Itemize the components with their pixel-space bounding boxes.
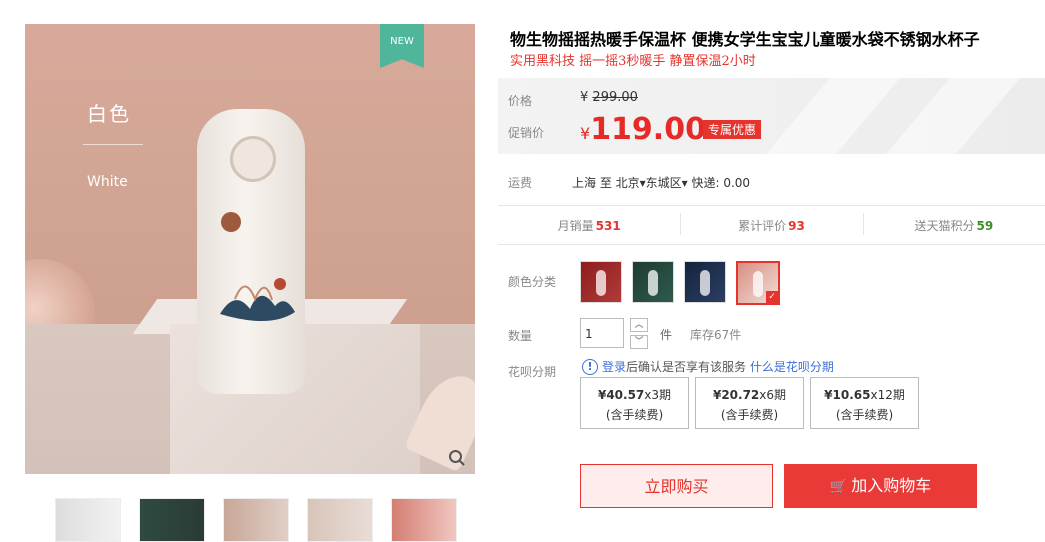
- chevron-down-icon[interactable]: ﹀: [630, 335, 648, 349]
- original-price-value: 299.00: [592, 90, 638, 105]
- promo-price-value: 119.00: [590, 112, 706, 147]
- tmall-points: 送天猫积分 59: [862, 212, 1045, 235]
- plan-fee: (含手续费): [605, 408, 664, 422]
- add-to-cart-label: 加入购物车: [851, 476, 932, 495]
- plan-price: ¥20.72x6期: [696, 385, 803, 405]
- installment-plan[interactable]: ¥40.57x3期 (含手续费): [580, 377, 689, 429]
- review-number: 93: [788, 218, 805, 233]
- bottle-emblem: [230, 136, 276, 182]
- installment-plan[interactable]: ¥20.72x6期 (含手续费): [695, 377, 804, 429]
- new-badge: NEW: [380, 24, 424, 68]
- what-is-huabei-link[interactable]: 什么是花呗分期: [750, 358, 834, 375]
- thumbnail-strip: [55, 498, 457, 542]
- monthly-sales-count: 531: [595, 218, 621, 233]
- divider: [498, 244, 1045, 245]
- installment-label: 花呗分期: [508, 365, 557, 379]
- stock-count: 库存67件: [690, 328, 742, 342]
- plan-amount: ¥20.72: [712, 388, 760, 402]
- cart-icon: 🛒: [829, 479, 848, 495]
- plan-periods: x6期: [759, 388, 787, 402]
- monthly-sales-label: 月销量: [557, 218, 594, 233]
- search-icon[interactable]: [445, 449, 469, 473]
- quantity-unit: 件: [660, 328, 673, 342]
- product-main-image[interactable]: 白色 White NEW: [25, 24, 475, 474]
- thumbnail[interactable]: [307, 498, 373, 542]
- shipping-destination[interactable]: 上海 至 北京▾东城区▾ 快递: 0.00: [572, 174, 750, 191]
- add-to-cart-button[interactable]: 🛒 加入购物车: [784, 464, 977, 508]
- thumbnail[interactable]: [391, 498, 457, 542]
- buy-now-button[interactable]: 立即购买: [580, 464, 773, 508]
- swatch-navy[interactable]: [684, 261, 726, 303]
- label-divider: [83, 144, 143, 145]
- plan-periods: x3期: [644, 388, 672, 402]
- sales-stats: 月销量 531 累计评价 93 送天猫积分 59: [498, 206, 1045, 244]
- swatch-red[interactable]: [580, 261, 622, 303]
- promo-price: ¥119.00: [580, 112, 706, 147]
- lotus-pattern: [220, 278, 295, 322]
- thumbnail[interactable]: [139, 498, 205, 542]
- thumbnail[interactable]: [223, 498, 289, 542]
- plan-amount: ¥10.65: [824, 388, 871, 402]
- product-title: 物生物摇摇热暖手保温杯 便携女学生宝宝儿童暖水袋不锈钢水杯子: [510, 30, 980, 49]
- review-count[interactable]: 累计评价 93: [680, 212, 862, 235]
- chevron-up-icon[interactable]: ︿: [630, 318, 648, 332]
- currency-symbol: ¥: [580, 124, 591, 143]
- exclusive-discount-tag: 专属优惠: [703, 120, 762, 139]
- swatch-bottle: [700, 270, 710, 296]
- installment-plans: ¥40.57x3期 (含手续费) ¥20.72x6期 (含手续费) ¥10.65…: [580, 377, 919, 429]
- original-price: ¥ 299.00: [580, 90, 638, 105]
- installment-notice: ! 登录 后确认是否享有该服务 什么是花呗分期: [582, 358, 834, 375]
- quantity-label: 数量: [508, 329, 533, 343]
- login-link[interactable]: 登录: [602, 358, 626, 375]
- price-panel-stripe: [886, 78, 1020, 154]
- color-label: 颜色分类: [508, 275, 557, 289]
- swatch-white-selected[interactable]: ✓: [736, 261, 780, 305]
- quantity-input[interactable]: 1: [580, 318, 624, 348]
- price-panel-stripe: [766, 78, 900, 154]
- swatch-bottle: [753, 271, 763, 297]
- swatch-bottle: [596, 270, 606, 296]
- plan-price: ¥40.57x3期: [581, 385, 688, 405]
- swatch-bottle: [648, 270, 658, 296]
- swatch-green[interactable]: [632, 261, 674, 303]
- promo-price-label: 促销价: [508, 126, 545, 140]
- color-name-en: White: [87, 174, 128, 190]
- monthly-sales: 月销量 531: [498, 217, 680, 234]
- plan-periods: x12期: [870, 388, 905, 402]
- bottle-dot: [221, 212, 241, 232]
- review-label: 累计评价: [738, 218, 787, 233]
- price-label: 价格: [508, 94, 533, 108]
- plan-price: ¥10.65x12期: [811, 385, 918, 405]
- shipping-label: 运费: [508, 176, 533, 190]
- thumbnail[interactable]: [55, 498, 121, 542]
- product-subtitle: 实用黑科技 摇一摇3秒暖手 静置保温2小时: [510, 54, 756, 69]
- installment-plan[interactable]: ¥10.65x12期 (含手续费): [810, 377, 919, 429]
- points-number: 59: [976, 218, 994, 233]
- color-swatches: ✓: [580, 261, 780, 305]
- installment-notice-text: 后确认是否享有该服务: [626, 360, 747, 374]
- info-icon: !: [582, 358, 598, 375]
- plan-amount: ¥40.57: [597, 388, 645, 402]
- points-label: 送天猫积分: [914, 218, 975, 233]
- check-icon: ✓: [766, 291, 778, 303]
- plan-fee: (含手续费): [835, 408, 894, 422]
- color-name-cn: 白色: [87, 102, 131, 126]
- plan-fee: (含手续费): [720, 408, 779, 422]
- currency-symbol: ¥: [580, 90, 589, 105]
